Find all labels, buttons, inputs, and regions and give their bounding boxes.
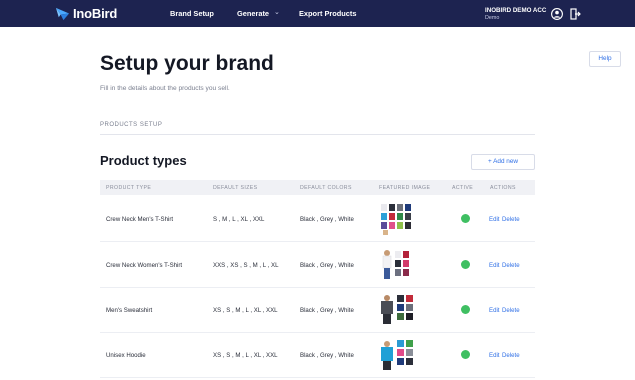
table-row: Unisex Hoodie XS , S , M , L , XL , XXL … (100, 332, 535, 377)
column-header-active: ACTIVE (452, 185, 474, 191)
account-subtitle: Demo (485, 15, 500, 21)
product-type-cell: Unisex Hoodie (106, 352, 146, 359)
section-divider (100, 134, 535, 135)
edit-link[interactable]: Edit (489, 262, 500, 269)
brand-name: InoBird (73, 6, 118, 21)
page-title: Setup your brand (100, 52, 274, 75)
product-type-cell: Crew Neck Men's T-Shirt (106, 216, 174, 223)
delete-link[interactable]: Delete (502, 307, 520, 314)
sizes-cell: S , M , L , XL , XXL (213, 216, 265, 223)
colors-cell: Black , Grey , White (300, 307, 354, 314)
column-header-product-type: PRODUCT TYPE (106, 185, 152, 191)
featured-image-tshirts[interactable] (378, 201, 416, 236)
product-type-cell: Crew Neck Women's T-Shirt (106, 262, 183, 269)
active-status-indicator[interactable] (461, 305, 470, 314)
delete-link[interactable]: Delete (502, 262, 520, 269)
help-button[interactable]: Help (589, 51, 621, 67)
sizes-cell: XS , S , M , L , XL , XXL (213, 352, 278, 359)
sizes-cell: XS , S , M , L , XL , XXL (213, 307, 278, 314)
colors-cell: Black , Grey , White (300, 216, 354, 223)
brand-logo[interactable]: InoBird (55, 5, 117, 22)
user-circle-icon[interactable] (551, 8, 563, 20)
active-status-indicator[interactable] (461, 260, 470, 269)
bird-logo-icon (55, 7, 70, 21)
featured-image-hoodies[interactable] (378, 337, 416, 372)
table-row: Crew Neck Women's T-Shirt XXS , XS , S ,… (100, 242, 535, 287)
section-label: PRODUCTS SETUP (100, 122, 163, 128)
row-divider (100, 377, 535, 378)
top-navigation-bar: InoBird Brand Setup Generate ⌄ Export Pr… (0, 0, 635, 27)
table-row: Crew Neck Men's T-Shirt S , M , L , XL ,… (100, 196, 535, 241)
edit-link[interactable]: Edit (489, 307, 500, 314)
add-new-button[interactable]: + Add new (471, 154, 535, 170)
edit-link[interactable]: Edit (489, 352, 500, 359)
colors-cell: Black , Grey , White (300, 262, 354, 269)
page-subtitle: Fill in the details about the products y… (100, 85, 230, 92)
account-name[interactable]: INOBIRD DEMO ACC (485, 7, 546, 14)
chevron-down-icon[interactable]: ⌄ (274, 8, 280, 16)
table-header: PRODUCT TYPE DEFAULT SIZES DEFAULT COLOR… (100, 180, 535, 195)
nav-brand-setup[interactable]: Brand Setup (170, 9, 214, 18)
product-types-heading: Product types (100, 153, 187, 168)
column-header-default-colors: DEFAULT COLORS (300, 185, 352, 191)
logout-icon[interactable] (570, 8, 581, 20)
active-status-indicator[interactable] (461, 214, 470, 223)
product-type-cell: Men's Sweatshirt (106, 307, 153, 314)
delete-link[interactable]: Delete (502, 216, 520, 223)
column-header-featured-image: FEATURED IMAGE (379, 185, 431, 191)
featured-image-sweatshirts[interactable] (378, 292, 416, 327)
active-status-indicator[interactable] (461, 350, 470, 359)
featured-image-womens-tshirt[interactable] (378, 247, 416, 282)
nav-generate[interactable]: Generate (237, 9, 269, 18)
column-header-default-sizes: DEFAULT SIZES (213, 185, 258, 191)
delete-link[interactable]: Delete (502, 352, 520, 359)
colors-cell: Black , Grey , White (300, 352, 354, 359)
edit-link[interactable]: Edit (489, 216, 500, 223)
sizes-cell: XXS , XS , S , M , L , XL (213, 262, 279, 269)
nav-export-products[interactable]: Export Products (299, 9, 357, 18)
column-header-actions: ACTIONS (490, 185, 516, 191)
table-row: Men's Sweatshirt XS , S , M , L , XL , X… (100, 287, 535, 332)
